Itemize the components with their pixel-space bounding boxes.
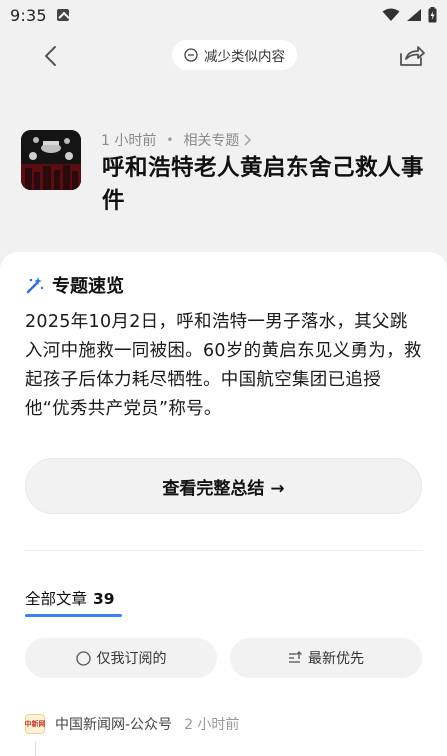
tab-all-articles[interactable]: 全部文章 39 [25, 587, 115, 609]
chevron-left-icon [45, 46, 56, 66]
article-source-name: 中国新闻网-公众号 [55, 717, 173, 733]
sort-icon [289, 651, 302, 663]
radio-circle-icon [75, 650, 91, 666]
list-item[interactable]: 中新网 中国新闻网-公众号 2 小时前 [25, 714, 239, 734]
magic-wand-icon [26, 277, 44, 294]
filter-subscribed-label: 仅我订阅的 [96, 651, 167, 667]
overview-text: 2025年10月2日，呼和浩特一男子落水，其父跳入河中施救一同被困。60岁的黄启… [25, 312, 422, 419]
sort-latest-label: 最新优先 [308, 651, 364, 667]
divider [25, 550, 422, 551]
timeline-line [35, 742, 36, 756]
topic-meta: 1 小时前 • 相关专题 [101, 130, 252, 150]
share-icon [400, 46, 425, 66]
related-topics-link[interactable]: 相关专题 [183, 130, 252, 150]
top-navigation: 减少类似内容 [0, 36, 447, 76]
reduce-similar-label: 减少类似内容 [204, 49, 285, 65]
status-bar: 9:35 [0, 0, 447, 30]
app-notification-icon [56, 9, 69, 21]
filter-subscribed-button[interactable]: 仅我订阅的 [25, 638, 217, 678]
meta-separator: • [166, 133, 174, 147]
article-count: 39 [93, 590, 115, 608]
share-button[interactable] [398, 42, 426, 70]
back-button[interactable] [36, 42, 64, 70]
view-full-summary-button[interactable]: 查看完整总结 → [25, 458, 422, 514]
topic-cover-image [21, 130, 81, 190]
signal-icon [407, 9, 421, 21]
overview-title: 专题速览 [52, 276, 124, 297]
battery-icon [428, 7, 437, 23]
sort-latest-button[interactable]: 最新优先 [230, 638, 422, 678]
article-time: 2 小时前 [184, 717, 240, 733]
wifi-icon [382, 8, 400, 21]
chevron-right-icon [244, 134, 252, 146]
status-time: 9:35 [10, 5, 47, 25]
source-logo: 中新网 [25, 714, 46, 734]
tab-all-label: 全部文章 [25, 590, 88, 608]
overview-heading: 专题速览 [26, 272, 124, 298]
status-indicators [382, 7, 437, 23]
topic-content-card: 专题速览 2025年10月2日，呼和浩特一男子落水，其父跳入河中施救一同被困。6… [0, 252, 447, 756]
active-tab-indicator [25, 614, 122, 617]
related-topics-label: 相关专题 [183, 133, 240, 149]
topic-title: 呼和浩特老人黄启东舍己救人事件 [102, 155, 425, 214]
reduce-similar-button[interactable]: 减少类似内容 [172, 40, 297, 70]
minus-circle-icon [184, 48, 198, 62]
topic-time: 1 小时前 [101, 133, 157, 149]
